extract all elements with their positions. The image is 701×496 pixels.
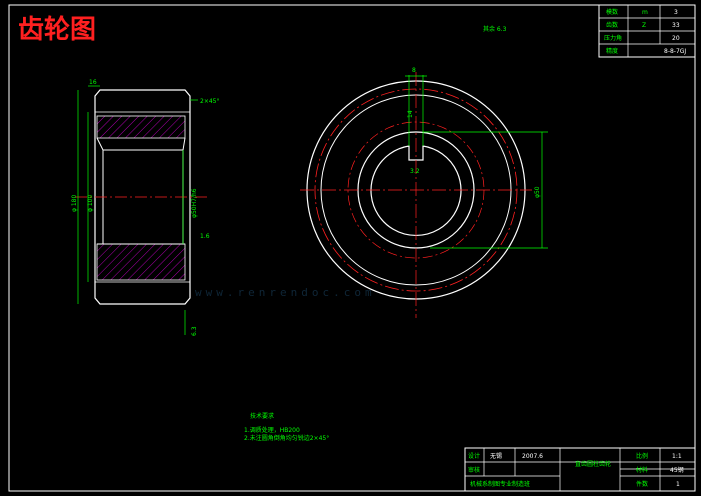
tb-scale-value: 1:1 xyxy=(672,453,682,460)
roughness-note: 其余 6.3 xyxy=(483,25,507,33)
tech-requirements: 技术要求 1.调质处理，HB200 2.未注圆角倒角均匀锐边2×45° xyxy=(244,412,329,442)
param-value-pressure: 20 xyxy=(672,35,680,42)
dim-roughness-2: 6.3 xyxy=(191,326,198,336)
front-view: 8 14 3.2 φ50 xyxy=(300,67,548,318)
param-value-modulus: 3 xyxy=(674,9,678,16)
param-label-precision: 精度 xyxy=(606,47,618,55)
param-label-teeth: 齿数 xyxy=(606,21,618,29)
tb-material-label: 材料 xyxy=(636,466,648,474)
dim-dia-outer: φ 180 xyxy=(71,195,78,213)
dim-hub-dia: φ50 xyxy=(534,186,541,198)
tb-design-label: 设计 xyxy=(468,452,480,460)
param-table: 模数 m 3 齿数 Z 33 压力角 20 精度 8-8-7GJ xyxy=(598,4,696,58)
param-value-precision: 8-8-7GJ xyxy=(664,48,686,55)
tb-qty-value: 1 xyxy=(676,481,680,488)
title-block: 设计 无锡 2007.6 直齿圆柱齿轮 审核 比例 1:1 材料 45钢 机械系… xyxy=(464,447,696,492)
dim-roughness-1: 1.6 xyxy=(200,233,210,240)
tb-check-label: 审核 xyxy=(468,466,480,474)
tb-designer: 无锡 xyxy=(490,452,502,460)
dim-width-top: 16 xyxy=(89,79,97,86)
param-label-pressure: 压力角 xyxy=(604,34,622,42)
watermark: www.renrendoc.com xyxy=(195,286,376,299)
dim-key-depth: 14 xyxy=(407,110,414,118)
tech-req-title: 技术要求 xyxy=(250,412,274,420)
tech-req-item-2: 2.未注圆角倒角均匀锐边2×45° xyxy=(244,434,329,442)
tb-scale-label: 比例 xyxy=(636,452,648,460)
dim-chamfer: 2×45° xyxy=(200,98,219,105)
param-sym-teeth: Z xyxy=(642,22,646,29)
dim-bore-fit: φ50H7/h6 xyxy=(191,188,198,218)
watermark-text: www.renrendoc.com xyxy=(195,286,376,299)
tb-school: 机械系制图专业制造班 xyxy=(470,480,530,488)
dim-key-width: 8 xyxy=(412,67,416,74)
hatch-bottom xyxy=(96,243,186,281)
dim-key-roughness: 3.2 xyxy=(410,168,420,175)
tb-qty-label: 件数 xyxy=(636,480,648,488)
param-value-teeth: 33 xyxy=(672,22,680,29)
tb-date: 2007.6 xyxy=(522,453,543,460)
tech-req-item-1: 1.调质处理，HB200 xyxy=(244,426,300,434)
hatch-top xyxy=(96,115,186,139)
tb-part-name: 直齿圆柱齿轮 xyxy=(575,460,611,468)
drawing-canvas: 齿轮图 其余 6.3 模数 m 3 齿数 Z 33 压力角 20 精度 8-8-… xyxy=(0,0,701,496)
tb-material-value: 45钢 xyxy=(670,466,684,474)
param-label-modulus: 模数 xyxy=(606,8,618,16)
dim-dia-root: φ 100 xyxy=(87,195,94,213)
drawing-title: 齿轮图 xyxy=(18,15,96,45)
param-sym-modulus: m xyxy=(642,9,648,16)
cad-drawing: 齿轮图 其余 6.3 模数 m 3 齿数 Z 33 压力角 20 精度 8-8-… xyxy=(8,4,696,492)
